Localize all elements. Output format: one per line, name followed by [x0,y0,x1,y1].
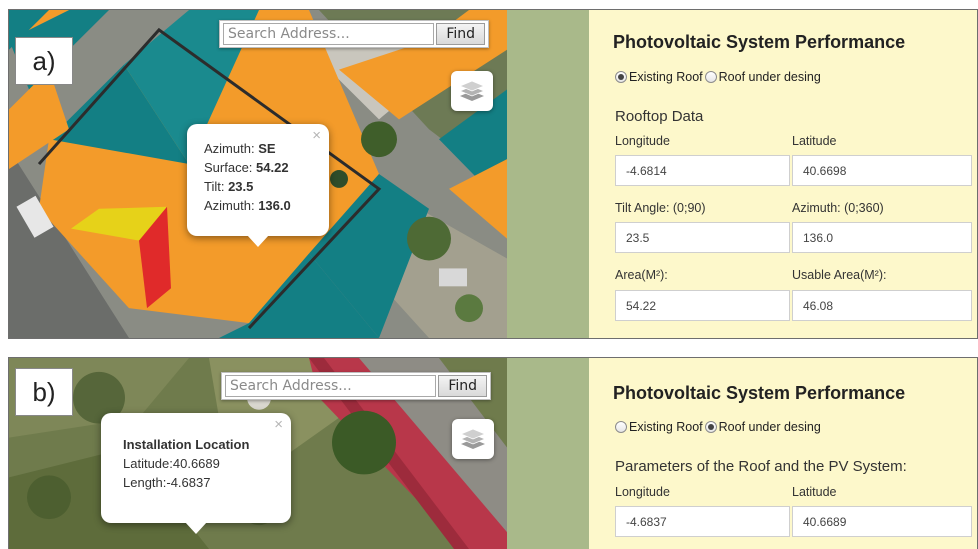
popup-row-azimuth: Azimuth: 136.0 [204,196,329,215]
side-strip [507,358,589,549]
popup-key: Azimuth: [204,141,259,156]
longitude-label: Longitude [615,485,670,499]
close-icon[interactable]: × [312,126,321,145]
usable-area-label: Usable Area(M²): [792,268,887,282]
satellite-map-b[interactable]: b) Find × Installation Location Latitude… [9,358,507,549]
layers-button[interactable] [451,71,493,111]
azimuth-label: Azimuth: (0;360) [792,201,884,215]
popup-row-tilt: Tilt: 23.5 [204,177,329,196]
radio-roof-under-design[interactable] [704,421,717,433]
section-title: Parameters of the Roof and the PV System… [615,458,907,475]
search-bar: Find [221,372,491,400]
popup-key: Azimuth: [204,198,259,213]
close-icon[interactable]: × [274,415,283,434]
popup-row-orientation: Azimuth: SE [204,139,329,158]
radio-existing-label: Existing Roof [629,70,703,84]
roof-info-popup: × Azimuth: SE Surface: 54.22 Tilt: 23.5 … [187,124,329,247]
side-strip [507,10,589,338]
radio-under-label: Roof under desing [718,420,821,434]
popup-tail [185,522,207,534]
azimuth-field[interactable] [792,222,972,253]
pv-form-a: Photovoltaic System Performance Existing… [589,10,977,338]
area-label: Area(M²): [615,268,668,282]
roof-type-radio-group: Existing Roof Roof under desing [615,420,821,434]
panel-a: a) Find × Azimuth: SE Surface: 54.22 Til… [8,9,978,339]
find-button[interactable]: Find [436,23,485,45]
layers-button[interactable] [452,419,494,459]
longitude-field[interactable] [615,506,790,537]
popup-length: Length:-4.6837 [123,475,211,490]
latitude-field[interactable] [792,506,972,537]
radio-existing-roof[interactable] [615,71,627,83]
popup-tail [247,235,269,247]
panel-b: b) Find × Installation Location Latitude… [8,357,978,549]
search-input[interactable] [225,375,437,397]
popup-latitude: Latitude:40.6689 [123,456,220,471]
search-bar: Find [219,20,489,48]
popup-row-surface: Surface: 54.22 [204,158,329,177]
popup-key: Surface: [204,160,257,175]
latitude-field[interactable] [792,155,972,186]
form-title: Photovoltaic System Performance [613,383,906,403]
popup-key: Tilt: [204,179,229,194]
popup-title: Installation Location [123,437,250,452]
roof-type-radio-group: Existing Roof Roof under desing [615,70,821,84]
panel-label-b: b) [15,368,73,416]
layers-icon [459,80,485,101]
find-button[interactable]: Find [438,375,487,397]
tilt-field[interactable] [615,222,790,253]
tilt-label: Tilt Angle: (0;90) [615,201,706,215]
popup-body: Installation Location Latitude:40.6689 L… [101,413,291,492]
search-input[interactable] [223,23,435,45]
form-title: Photovoltaic System Performance [613,32,906,52]
pv-form-b: Photovoltaic System Performance Existing… [589,358,977,549]
usable-area-field[interactable] [792,290,972,321]
area-field[interactable] [615,290,790,321]
satellite-map-a[interactable]: a) Find × Azimuth: SE Surface: 54.22 Til… [9,10,507,338]
latitude-label: Latitude [792,134,837,148]
popup-value: 23.5 [228,179,254,194]
popup-body: Azimuth: SE Surface: 54.22 Tilt: 23.5 Az… [187,124,329,215]
popup-value: 54.22 [256,160,289,175]
latitude-label: Latitude [792,485,837,499]
location-popup: × Installation Location Latitude:40.6689… [101,413,291,534]
popup-value: 136.0 [258,198,291,213]
radio-existing-label: Existing Roof [629,420,703,434]
layers-icon [460,428,486,449]
panel-label-a: a) [15,37,73,85]
radio-roof-under-design[interactable] [704,71,717,83]
longitude-field[interactable] [615,155,790,186]
radio-under-label: Roof under desing [718,70,821,84]
section-title: Rooftop Data [615,108,704,125]
radio-existing-roof[interactable] [615,421,627,433]
longitude-label: Longitude [615,134,670,148]
popup-value: SE [258,141,276,156]
